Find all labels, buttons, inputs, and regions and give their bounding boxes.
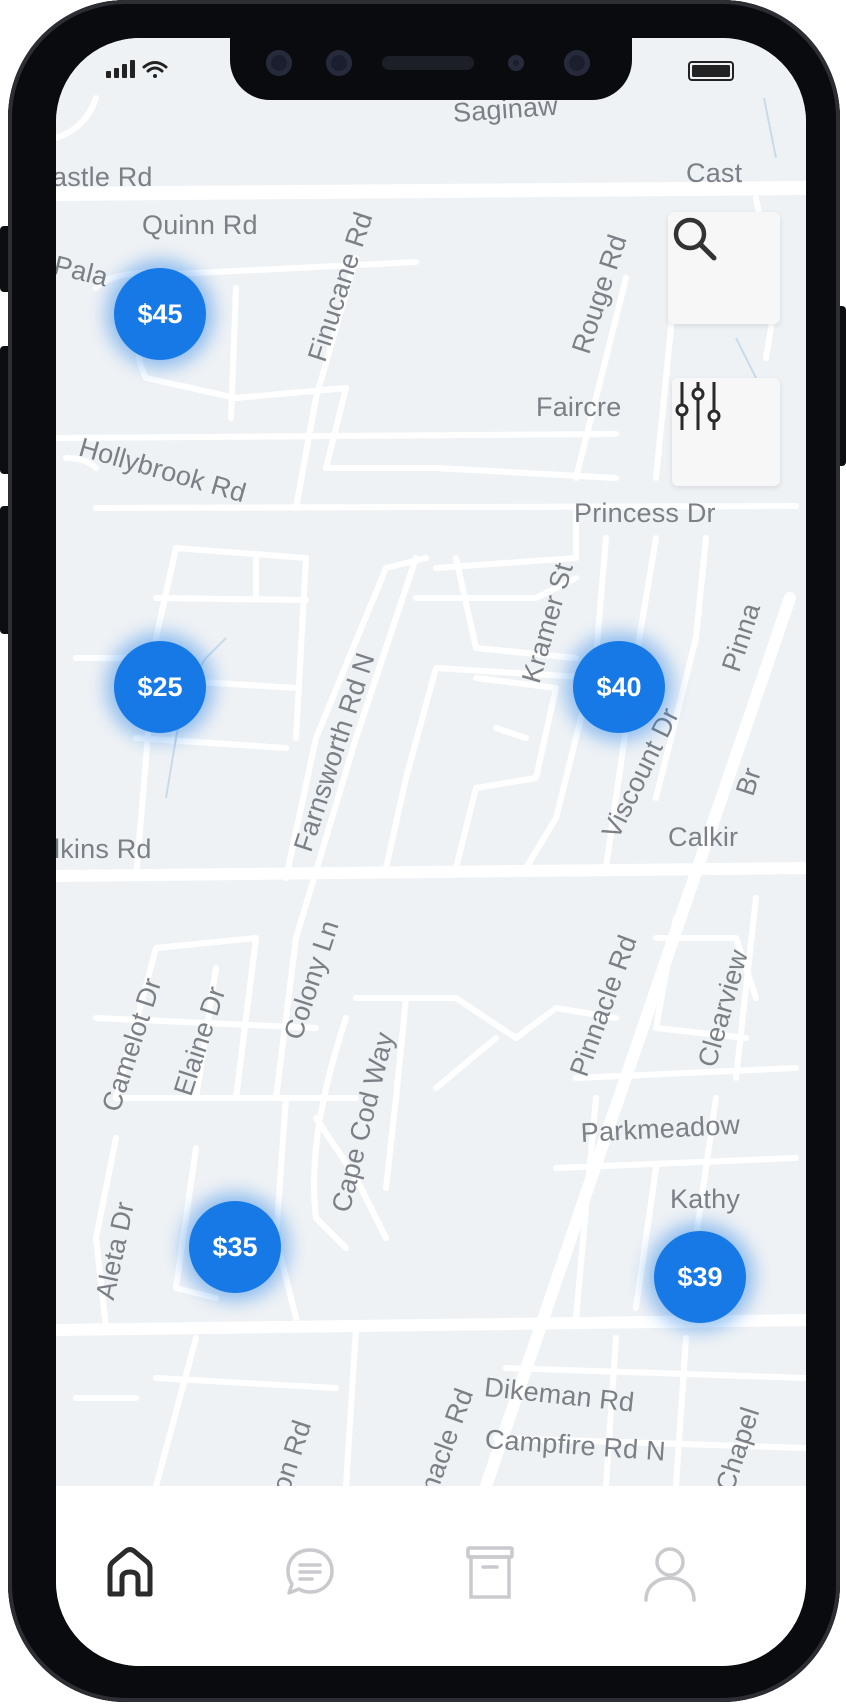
price-pin[interactable]: $45	[114, 268, 206, 360]
tab-home[interactable]	[100, 1542, 160, 1602]
tab-profile[interactable]	[640, 1542, 700, 1602]
tab-messages[interactable]	[280, 1542, 340, 1602]
wifi-icon	[142, 61, 168, 78]
street-label: Quinn Rd	[142, 210, 258, 240]
box-icon	[466, 1546, 514, 1599]
camera-lens	[564, 50, 590, 76]
profile-icon	[644, 1547, 696, 1602]
tab-storage[interactable]	[460, 1542, 520, 1602]
search-icon	[673, 217, 717, 261]
street-label: astle Rd	[56, 162, 153, 192]
speaker-grille	[382, 56, 474, 70]
screen: Saginaw astle Rd Cast Quinn Rd Pala Dr F…	[56, 38, 806, 1666]
price-pin[interactable]: $40	[573, 641, 665, 733]
camera-lens	[326, 50, 352, 76]
sensor	[508, 55, 524, 71]
notch	[230, 38, 632, 100]
map-view[interactable]: Saginaw astle Rd Cast Quinn Rd Pala Dr F…	[56, 38, 806, 1486]
street-label: Faircre	[536, 392, 622, 422]
phone-frame: Saginaw astle Rd Cast Quinn Rd Pala Dr F…	[8, 0, 840, 1702]
sliders-icon	[675, 382, 721, 430]
chat-icon	[286, 1548, 334, 1595]
street-label: Princess Dr	[574, 498, 716, 528]
filter-button[interactable]	[672, 378, 780, 486]
camera-lens	[266, 50, 292, 76]
street-label: Kathy	[670, 1184, 741, 1214]
price-pin[interactable]: $39	[654, 1231, 746, 1323]
tab-bar	[56, 1486, 806, 1666]
street-label: Calkir	[668, 822, 739, 852]
battery-icon	[688, 61, 734, 81]
price-pin[interactable]: $25	[114, 641, 206, 733]
home-icon	[107, 1547, 153, 1597]
street-label: lkins Rd	[56, 834, 152, 864]
price-pin[interactable]: $35	[189, 1201, 281, 1293]
street-label: Cast	[686, 158, 743, 188]
search-button[interactable]	[668, 212, 780, 324]
signal-icon	[106, 60, 135, 78]
status-bar-left	[106, 60, 168, 78]
